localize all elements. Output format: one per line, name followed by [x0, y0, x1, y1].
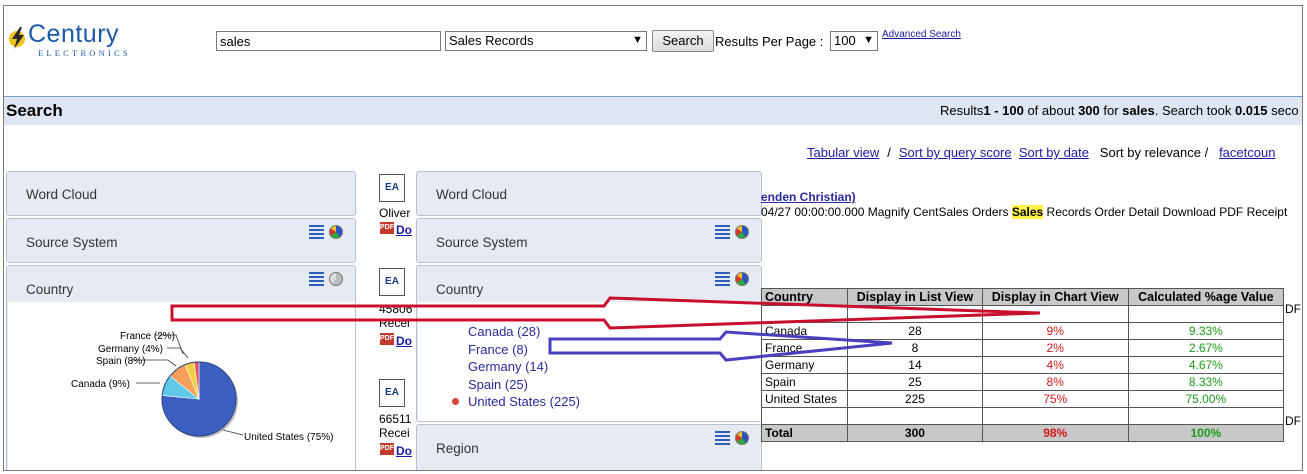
red-arrow: [170, 296, 1041, 330]
blue-arrow: [548, 330, 893, 362]
annotation-arrows: [170, 296, 1041, 362]
app-frame: Century ELECTRONICS Sales Records ▼ Sear…: [3, 5, 1303, 471]
